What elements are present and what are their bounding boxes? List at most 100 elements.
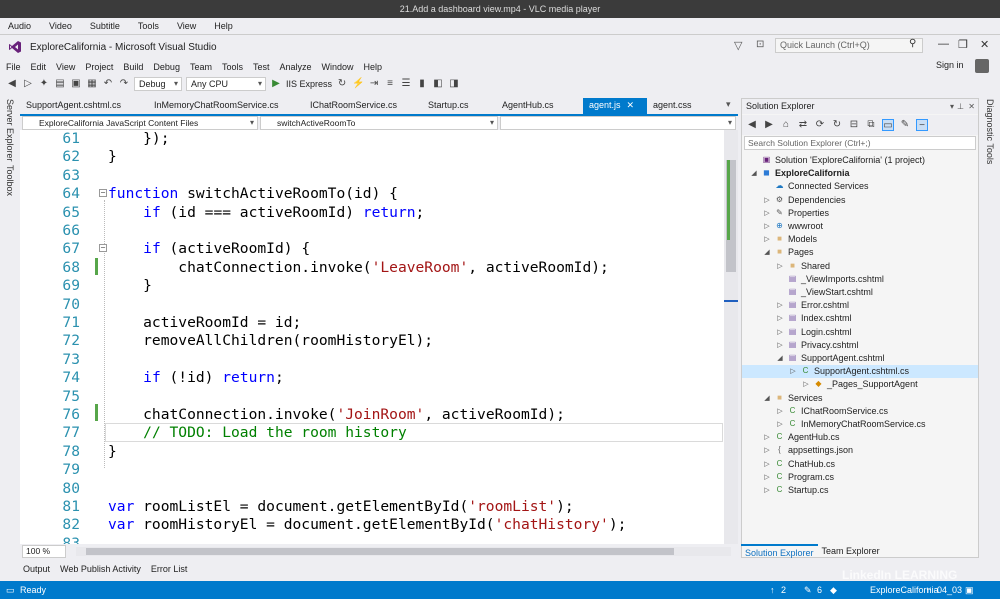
open-folder-icon[interactable]: ▤ (54, 78, 66, 90)
collapsed-arrow-icon[interactable]: ▷ (763, 458, 771, 471)
tab-agenthub[interactable]: AgentHub.cs (496, 98, 583, 114)
panel-menu-icon[interactable]: ▾ (950, 99, 954, 114)
tree-item[interactable]: ▷ ■ Shared (742, 260, 978, 273)
bookmark-icon[interactable]: ▮ (416, 78, 428, 90)
menu-edit[interactable]: Edit (31, 62, 47, 72)
tree-item[interactable]: ▷ ⊕ wwwroot (742, 220, 978, 233)
tree-item[interactable]: ◢ ▤ SupportAgent.cshtml (742, 352, 978, 365)
notification-icon[interactable]: ▣ (965, 585, 974, 596)
redo-icon[interactable]: ↷ (118, 78, 130, 90)
repo-icon[interactable]: ◆ (830, 585, 837, 596)
pencil-icon[interactable]: ✎ (804, 585, 812, 596)
zoom-dropdown[interactable]: 100 % (22, 545, 66, 558)
new-project-icon[interactable]: ✦ (38, 78, 50, 90)
horizontal-scrollbar[interactable] (76, 547, 731, 556)
tab-inmemorychatroomservice[interactable]: InMemoryChatRoomService.cs (148, 98, 304, 114)
tree-item[interactable]: ◢ ◼ ExploreCalifornia (742, 167, 978, 180)
properties-wrench-icon[interactable]: ✎ (899, 119, 911, 131)
tree-item[interactable]: ▷ ⚙ Dependencies (742, 194, 978, 207)
tab-agent-js[interactable]: agent.js ✕ (583, 98, 647, 114)
collapsed-arrow-icon[interactable]: ▷ (763, 471, 771, 484)
preview-icon[interactable]: ▭ (882, 119, 894, 131)
branch-name[interactable]: 04_03 (937, 585, 962, 595)
tree-item[interactable]: ▷ C Program.cs (742, 471, 978, 484)
tree-item[interactable]: ▷ C AgentHub.cs (742, 431, 978, 444)
tree-item[interactable]: ▷ {appsettings.json (742, 444, 978, 457)
user-icon[interactable] (975, 59, 989, 73)
tab-startup[interactable]: Startup.cs (422, 98, 496, 114)
expanded-arrow-icon[interactable]: ◢ (776, 352, 784, 365)
collapsed-arrow-icon[interactable]: ▷ (776, 260, 784, 273)
tab-solution-explorer[interactable]: Solution Explorer (741, 544, 818, 560)
save-all-icon[interactable]: ▦ (86, 78, 98, 90)
tree-item[interactable]: ▷ C IChatRoomService.cs (742, 405, 978, 418)
refresh-icon[interactable]: ↻ (336, 78, 348, 90)
menu-debug[interactable]: Debug (153, 62, 180, 72)
bookmark-prev-icon[interactable]: ◧ (432, 78, 444, 90)
expanded-arrow-icon[interactable]: ◢ (750, 167, 758, 180)
run-icon[interactable]: ▶ (270, 78, 282, 90)
collapsed-arrow-icon[interactable]: ▷ (776, 312, 784, 325)
tab-web-publish-activity[interactable]: Web Publish Activity (60, 564, 141, 574)
tree-item[interactable]: ▷ ▤ Index.cshtml (742, 312, 978, 325)
tree-item[interactable]: ▷ ▤ Error.cshtml (742, 299, 978, 312)
platform-dropdown[interactable]: Any CPU (186, 76, 266, 91)
collapsed-arrow-icon[interactable]: ▷ (776, 299, 784, 312)
close-tab-icon[interactable]: ✕ (627, 100, 635, 110)
close-icon[interactable]: ✕ (980, 38, 989, 51)
menu-team[interactable]: Team (190, 62, 212, 72)
collapsed-arrow-icon[interactable]: ▷ (789, 365, 797, 378)
forward-icon[interactable]: ▶ (763, 119, 775, 131)
run-target-button[interactable]: IIS Express (286, 79, 332, 89)
indent-icon[interactable]: ≡ (384, 78, 396, 90)
tab-ichatroomservice[interactable]: IChatRoomService.cs (304, 98, 422, 114)
arrow-up-icon[interactable]: ↑ (770, 585, 775, 595)
menu-help[interactable]: Help (364, 62, 383, 72)
filter-icon[interactable]: ▽ (734, 39, 742, 52)
tab-overflow-icon[interactable]: ▾ (726, 99, 731, 110)
vlc-menu-video[interactable]: Video (47, 21, 74, 31)
code-editor[interactable]: 61 }); 62} 63 64− function switchActiveRo… (20, 130, 724, 544)
toolbox-tab[interactable]: Toolbox (5, 165, 15, 196)
collapsed-arrow-icon[interactable]: ▷ (776, 339, 784, 352)
menu-tools[interactable]: Tools (222, 62, 243, 72)
forward-icon[interactable]: ▷ (22, 78, 34, 90)
collapsed-arrow-icon[interactable]: ▷ (763, 484, 771, 497)
expanded-arrow-icon[interactable]: ◢ (763, 246, 771, 259)
sign-in-link[interactable]: Sign in (936, 60, 964, 70)
collapsed-arrow-icon[interactable]: ▷ (763, 194, 771, 207)
collapsed-arrow-icon[interactable]: ▷ (802, 378, 810, 391)
tree-item[interactable]: ▣ Solution 'ExploreCalifornia' (1 project… (742, 154, 978, 167)
search-icon[interactable]: ⚲ (909, 38, 916, 49)
scroll-thumb[interactable] (86, 548, 674, 555)
restore-icon[interactable]: ❐ (958, 38, 968, 51)
tab-team-explorer[interactable]: Team Explorer (818, 544, 884, 560)
vlc-menu-view[interactable]: View (175, 21, 198, 31)
back-icon[interactable]: ◀ (6, 78, 18, 90)
tree-item[interactable]: ▷ ✎ Properties (742, 207, 978, 220)
minus-icon[interactable]: − (916, 119, 928, 131)
menu-test[interactable]: Test (253, 62, 270, 72)
tree-item[interactable]: ▷ ◆ _Pages_SupportAgent (742, 378, 978, 391)
tab-supportagent-cshtml-cs[interactable]: SupportAgent.cshtml.cs (20, 98, 148, 114)
menu-view[interactable]: View (56, 62, 75, 72)
home-icon[interactable]: ⌂ (780, 119, 792, 131)
collapsed-arrow-icon[interactable]: ▷ (776, 405, 784, 418)
tab-agent-css[interactable]: agent.css (647, 98, 717, 114)
back-icon[interactable]: ◀ (746, 119, 758, 131)
collapse-icon[interactable]: − (99, 244, 107, 253)
browser-link-icon[interactable]: ⚡ (352, 78, 364, 90)
panel-close-icon[interactable]: ✕ (968, 99, 975, 114)
step-icon[interactable]: ⇥ (368, 78, 380, 90)
tree-item[interactable]: ☁ Connected Services (742, 180, 978, 193)
pin-icon[interactable]: ⊥ (957, 99, 964, 114)
menu-file[interactable]: File (6, 62, 21, 72)
tree-item[interactable]: ▷ C InMemoryChatRoomService.cs (742, 418, 978, 431)
feedback-icon[interactable]: ⊡ (756, 39, 764, 50)
vlc-menu-subtitle[interactable]: Subtitle (88, 21, 122, 31)
sync-icon[interactable]: ↻ (831, 119, 843, 131)
vlc-menu-help[interactable]: Help (212, 21, 235, 31)
comment-icon[interactable]: ☰ (400, 78, 412, 90)
tree-item[interactable]: ▤ _ViewStart.cshtml (742, 286, 978, 299)
diagnostic-tools-tab[interactable]: Diagnostic Tools (985, 99, 995, 164)
